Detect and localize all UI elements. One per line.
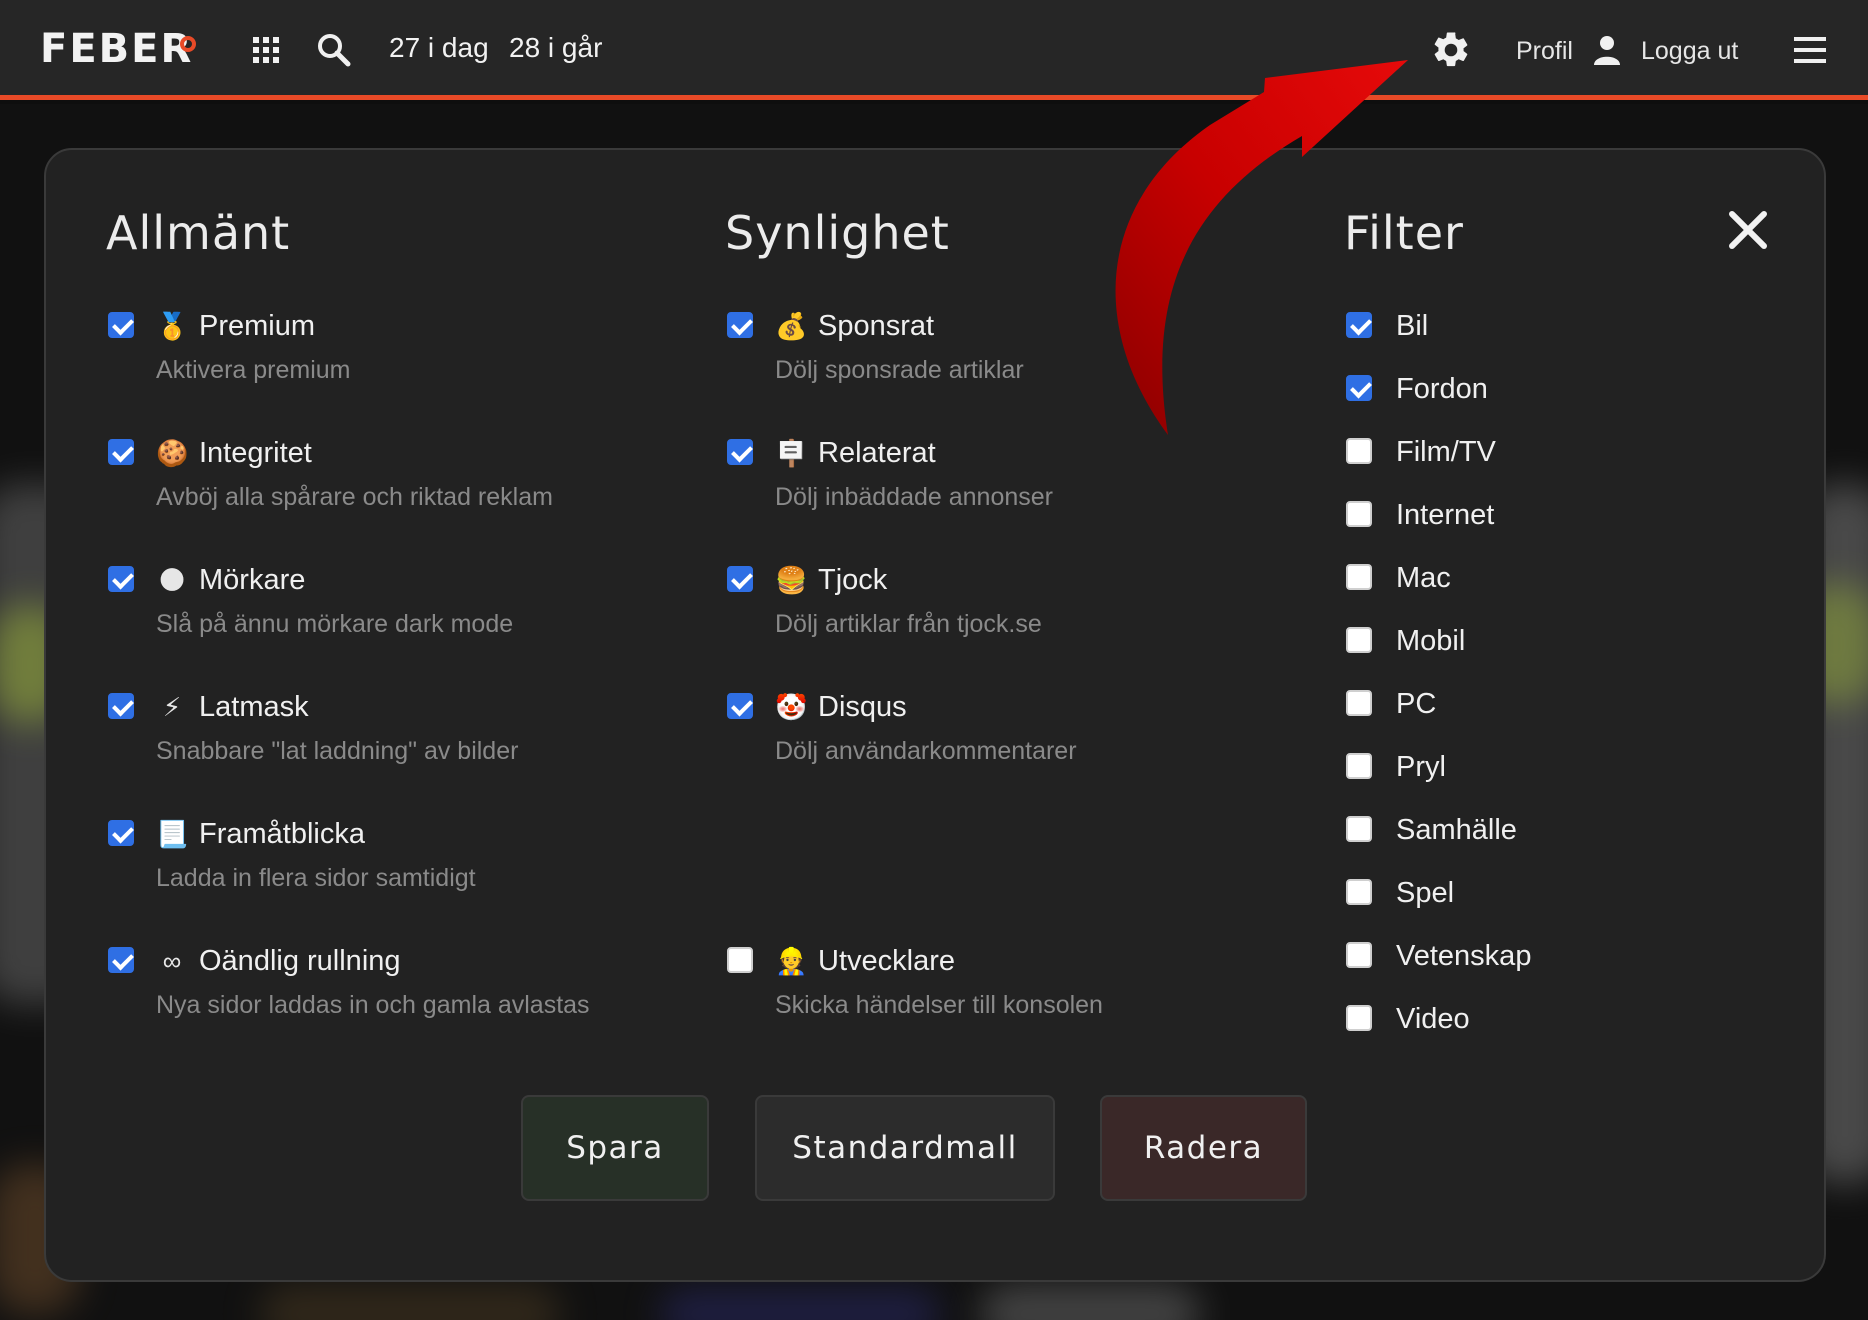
premium-emoji-icon: 🥇: [156, 311, 189, 341]
logo-dot: [180, 36, 196, 52]
checkbox-utvecklare[interactable]: [727, 947, 753, 973]
integritet-emoji-icon: 🍪: [156, 438, 189, 468]
mörkare-emoji-icon: 🌑: [158, 565, 186, 595]
close-icon[interactable]: [1726, 208, 1770, 252]
utvecklare-emoji-icon: 👷: [775, 946, 808, 976]
filter-label-video[interactable]: Video: [1396, 1003, 1470, 1036]
feber-logo[interactable]: FEBER: [40, 26, 193, 72]
column-title-visibility: Synlighet: [725, 206, 950, 260]
option-desc-latmask: Snabbare "lat laddning" av bilder: [156, 737, 519, 765]
filter-checkbox-spel[interactable]: [1346, 879, 1372, 905]
checkbox-oändlig-rullning[interactable]: [108, 947, 134, 973]
filter-label-film-tv[interactable]: Film/TV: [1396, 436, 1496, 469]
hamburger-menu-icon[interactable]: [1794, 36, 1826, 64]
option-label-integritet[interactable]: Integritet: [199, 437, 312, 470]
option-desc-utvecklare: Skicka händelser till konsolen: [775, 991, 1103, 1019]
option-desc-mörkare: Slå på ännu mörkare dark mode: [156, 610, 514, 638]
default-template-button[interactable]: Standardmall: [755, 1095, 1055, 1201]
option-desc-framåtblicka: Ladda in flera sidor samtidigt: [156, 864, 476, 892]
option-label-framåtblicka[interactable]: Framåtblicka: [199, 818, 365, 851]
gear-icon[interactable]: [1430, 29, 1472, 71]
filter-label-mobil[interactable]: Mobil: [1396, 625, 1465, 658]
filter-checkbox-pryl[interactable]: [1346, 753, 1372, 779]
logout-link[interactable]: Logga ut: [1641, 37, 1738, 66]
filter-label-spel[interactable]: Spel: [1396, 877, 1454, 910]
filter-checkbox-fordon[interactable]: [1346, 375, 1372, 401]
today-count[interactable]: 27 i dag: [389, 32, 489, 64]
checkbox-premium[interactable]: [108, 312, 134, 338]
filter-checkbox-mac[interactable]: [1346, 564, 1372, 590]
filter-label-pryl[interactable]: Pryl: [1396, 751, 1446, 784]
oändlig-rullning-emoji-icon: ∞: [162, 946, 182, 976]
user-icon: [1594, 36, 1620, 65]
delete-button[interactable]: Radera: [1100, 1095, 1307, 1201]
option-desc-sponsrat: Dölj sponsrade artiklar: [775, 356, 1024, 384]
tjock-emoji-icon: 🍔: [775, 565, 808, 595]
filter-checkbox-video[interactable]: [1346, 1005, 1372, 1031]
filter-label-bil[interactable]: Bil: [1396, 310, 1428, 343]
option-label-utvecklare[interactable]: Utvecklare: [818, 945, 955, 978]
filter-checkbox-vetenskap[interactable]: [1346, 942, 1372, 968]
search-icon[interactable]: [316, 32, 352, 68]
latmask-emoji-icon: ⚡: [162, 692, 182, 722]
checkbox-latmask[interactable]: [108, 693, 134, 719]
option-desc-relaterat: Dölj inbäddade annonser: [775, 483, 1053, 511]
filter-label-samhälle[interactable]: Samhälle: [1396, 814, 1517, 847]
filter-checkbox-pc[interactable]: [1346, 690, 1372, 716]
column-title-general: Allmänt: [106, 206, 291, 260]
option-label-premium[interactable]: Premium: [199, 310, 315, 343]
filter-checkbox-mobil[interactable]: [1346, 627, 1372, 653]
option-desc-premium: Aktivera premium: [156, 356, 351, 384]
filter-checkbox-bil[interactable]: [1346, 312, 1372, 338]
checkbox-mörkare[interactable]: [108, 566, 134, 592]
framåtblicka-emoji-icon: 📃: [156, 819, 189, 849]
option-label-disqus[interactable]: Disqus: [818, 691, 907, 724]
sponsrat-emoji-icon: 💰: [775, 311, 808, 341]
checkbox-sponsrat[interactable]: [727, 312, 753, 338]
option-label-tjock[interactable]: Tjock: [818, 564, 887, 597]
apps-grid-icon[interactable]: [252, 36, 280, 64]
option-desc-integritet: Avböj alla spårare och riktad reklam: [156, 483, 553, 511]
option-label-latmask[interactable]: Latmask: [199, 691, 309, 724]
yesterday-count[interactable]: 28 i går: [509, 32, 602, 64]
checkbox-framåtblicka[interactable]: [108, 820, 134, 846]
checkbox-integritet[interactable]: [108, 439, 134, 465]
save-button[interactable]: Spara: [521, 1095, 709, 1201]
disqus-emoji-icon: 🤡: [775, 692, 808, 722]
column-title-filter: Filter: [1344, 206, 1464, 260]
filter-label-vetenskap[interactable]: Vetenskap: [1396, 940, 1531, 973]
filter-label-mac[interactable]: Mac: [1396, 562, 1451, 595]
top-navbar: FEBER 27 i dag 28 i går Profil Logga ut: [0, 0, 1868, 100]
filter-checkbox-samhälle[interactable]: [1346, 816, 1372, 842]
option-desc-disqus: Dölj användarkommentarer: [775, 737, 1077, 765]
checkbox-relaterat[interactable]: [727, 439, 753, 465]
option-label-sponsrat[interactable]: Sponsrat: [818, 310, 934, 343]
checkbox-disqus[interactable]: [727, 693, 753, 719]
checkbox-tjock[interactable]: [727, 566, 753, 592]
option-desc-tjock: Dölj artiklar från tjock.se: [775, 610, 1042, 638]
filter-label-internet[interactable]: Internet: [1396, 499, 1494, 532]
settings-modal: Allmänt Synlighet Filter Spara Standardm…: [44, 148, 1826, 1282]
option-label-oändlig-rullning[interactable]: Oändlig rullning: [199, 945, 401, 978]
profile-link[interactable]: Profil: [1516, 37, 1573, 66]
option-label-mörkare[interactable]: Mörkare: [199, 564, 305, 597]
relaterat-emoji-icon: 🪧: [775, 438, 808, 468]
option-label-relaterat[interactable]: Relaterat: [818, 437, 936, 470]
filter-checkbox-internet[interactable]: [1346, 501, 1372, 527]
filter-checkbox-film-tv[interactable]: [1346, 438, 1372, 464]
filter-label-pc[interactable]: PC: [1396, 688, 1436, 721]
filter-label-fordon[interactable]: Fordon: [1396, 373, 1488, 406]
option-desc-oändlig-rullning: Nya sidor laddas in och gamla avlastas: [156, 991, 590, 1019]
